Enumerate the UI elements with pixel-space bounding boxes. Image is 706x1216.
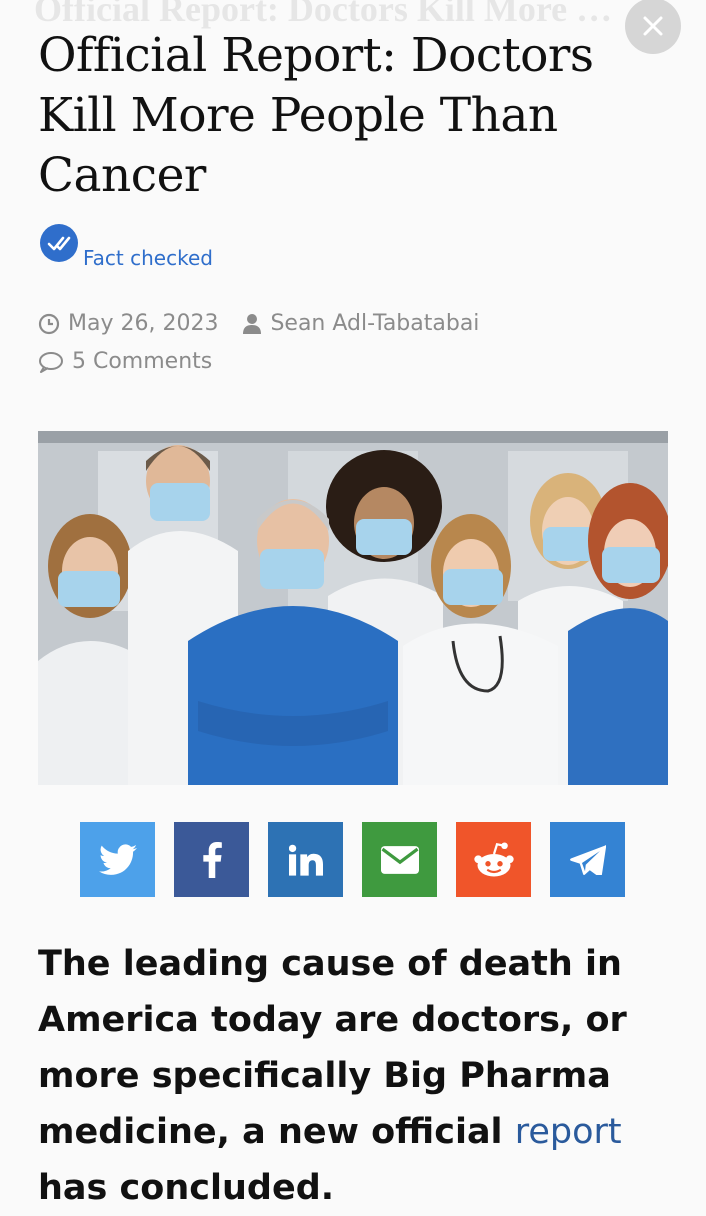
- publish-date: May 26, 2023: [68, 311, 219, 336]
- telegram-icon: [569, 844, 606, 875]
- reddit-icon: [473, 841, 514, 876]
- share-twitter-button[interactable]: [80, 822, 155, 897]
- fact-check-label[interactable]: Fact checked: [83, 246, 213, 270]
- share-reddit-button[interactable]: [456, 822, 531, 897]
- report-link[interactable]: report: [515, 1112, 622, 1152]
- clock-icon: [38, 313, 60, 334]
- share-bar: [80, 822, 625, 897]
- article-hero-image: [38, 431, 668, 785]
- share-linkedin-button[interactable]: [268, 822, 343, 897]
- facebook-icon: [202, 841, 222, 878]
- fact-check-badge[interactable]: Fact checked: [40, 224, 213, 270]
- article-meta: May 26, 2023 Sean Adl-Tabatabai: [38, 311, 479, 336]
- linkedin-icon: [288, 844, 323, 876]
- double-check-icon: [40, 224, 78, 262]
- article-title: Official Report: Doctors Kill More Peopl…: [38, 28, 594, 203]
- share-facebook-button[interactable]: [174, 822, 249, 897]
- share-telegram-button[interactable]: [550, 822, 625, 897]
- doctors-group-photo: [38, 431, 668, 785]
- comments-meta[interactable]: 5 Comments: [38, 349, 212, 374]
- comment-icon: [39, 351, 63, 373]
- twitter-icon: [98, 843, 137, 875]
- comments-link[interactable]: 5 Comments: [72, 349, 212, 374]
- author-link[interactable]: Sean Adl-Tabatabai: [270, 311, 479, 336]
- lead-text-end: has concluded.: [38, 1168, 335, 1208]
- email-icon: [380, 845, 419, 874]
- user-icon: [243, 313, 262, 334]
- article-lead: The leading cause of death in America to…: [38, 936, 678, 1216]
- share-email-button[interactable]: [362, 822, 437, 897]
